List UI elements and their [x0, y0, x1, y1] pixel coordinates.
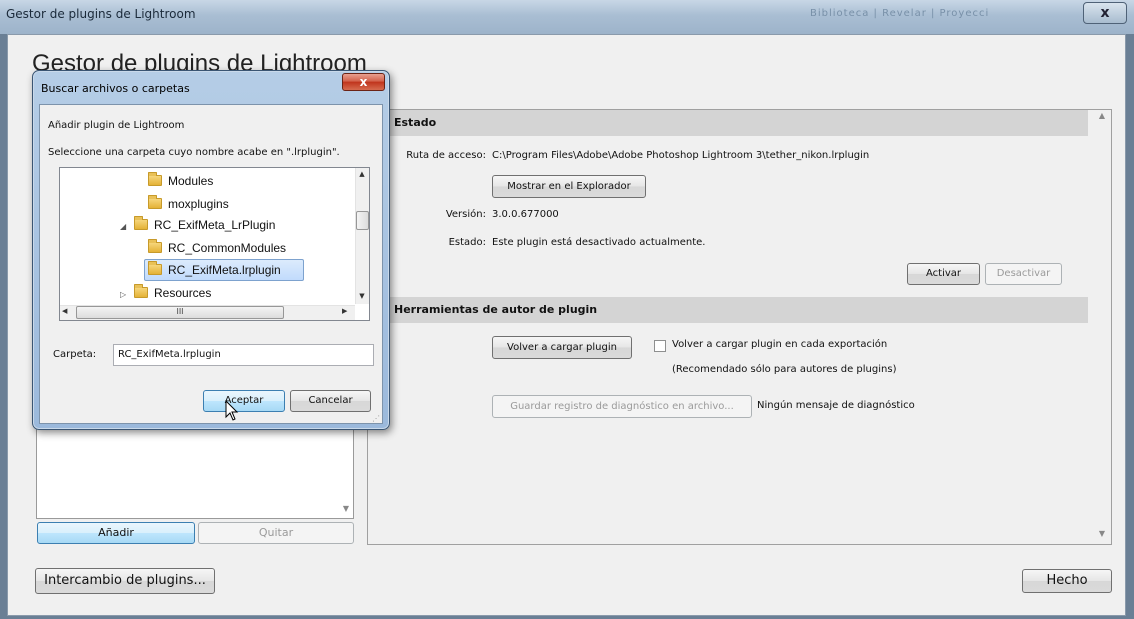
add-plugin-button[interactable]: Añadir: [37, 522, 195, 544]
tree-scroll-right-icon[interactable]: ▶: [342, 307, 347, 315]
dialog-heading: Añadir plugin de Lightroom: [48, 120, 185, 131]
tree-expander-icon[interactable]: ◢: [120, 216, 130, 238]
tree-item-label: Modules: [168, 174, 214, 188]
state-value: Este plugin está desactivado actualmente…: [492, 237, 706, 248]
accept-button[interactable]: Aceptar: [203, 390, 285, 412]
folder-icon: [134, 216, 148, 230]
tree-item-label: RC_CommonModules: [168, 241, 287, 255]
folder-icon: [148, 239, 162, 253]
folder-icon: [148, 261, 162, 275]
path-value: C:\Program Files\Adobe\Adobe Photoshop L…: [492, 150, 870, 161]
tree-vertical-scrollbar[interactable]: [355, 168, 369, 304]
plugin-detail-panel: [367, 109, 1112, 545]
recommended-note: (Recomendado sólo para autores de plugin…: [672, 364, 897, 375]
dialog-close-button[interactable]: x: [342, 73, 385, 91]
tree-expander-icon[interactable]: ▷: [120, 284, 130, 306]
tree-item[interactable]: RC_CommonModules: [134, 237, 286, 259]
folder-name-input[interactable]: RC_ExifMeta.lrplugin: [113, 344, 374, 366]
dialog-instructions: Seleccione una carpeta cuyo nombre acabe…: [48, 147, 340, 158]
plugin-exchange-button[interactable]: Intercambio de plugins...: [35, 568, 215, 594]
tree-item-selected[interactable]: RC_ExifMeta.lrplugin: [134, 259, 281, 281]
tree-vertical-scroll-thumb[interactable]: [356, 211, 369, 230]
dialog-title: Buscar archivos o carpetas: [41, 82, 190, 95]
reload-each-export-checkbox[interactable]: [654, 340, 666, 352]
tree-item[interactable]: ▷ Resources: [120, 282, 211, 304]
done-button[interactable]: Hecho: [1022, 569, 1112, 593]
main-window-title: Gestor de plugins de Lightroom: [6, 7, 196, 21]
tree-item[interactable]: Modules: [134, 170, 213, 192]
version-label: Versión:: [445, 209, 486, 220]
tree-item-label: RC_ExifMeta.lrplugin: [168, 263, 281, 277]
list-scroll-down-icon[interactable]: ▼: [339, 502, 353, 516]
no-diagnostic-messages-label: Ningún mensaje de diagnóstico: [757, 400, 915, 411]
tree-item[interactable]: moxplugins: [134, 193, 229, 215]
detail-scroll-up-icon[interactable]: ▲: [1094, 111, 1110, 125]
reload-each-export-label[interactable]: Volver a cargar plugin en cada exportaci…: [672, 339, 887, 350]
path-label: Ruta de acceso:: [406, 150, 486, 161]
cancel-button[interactable]: Cancelar: [290, 390, 371, 412]
version-value: 3.0.0.677000: [492, 209, 559, 220]
tree-scroll-left-icon[interactable]: ◀: [62, 307, 67, 315]
detail-scroll-down-icon[interactable]: ▼: [1094, 529, 1110, 543]
tree-item[interactable]: ◢ RC_ExifMeta_LrPlugin: [120, 214, 275, 236]
titlebar-faded-modules: Biblioteca | Revelar | Proyecci: [810, 8, 990, 19]
folder-icon: [134, 284, 148, 298]
mouse-cursor-icon: [225, 400, 239, 421]
show-in-explorer-button[interactable]: Mostrar en el Explorador: [492, 175, 646, 198]
tree-item-label: moxplugins: [168, 197, 229, 211]
folder-icon: [148, 195, 162, 209]
deactivate-button[interactable]: Desactivar: [985, 263, 1062, 285]
tree-horizontal-scroll-thumb[interactable]: III: [76, 306, 284, 319]
folder-icon: [148, 172, 162, 186]
reload-plugin-button[interactable]: Volver a cargar plugin: [492, 336, 632, 359]
status-section-header[interactable]: Estado: [368, 110, 1088, 136]
remove-plugin-button[interactable]: Quitar: [198, 522, 354, 544]
folder-field-label: Carpeta:: [53, 349, 97, 360]
tree-scroll-down-icon[interactable]: ▼: [355, 292, 369, 300]
state-label: Estado:: [448, 237, 486, 248]
resize-grip-icon[interactable]: ⋰: [372, 414, 380, 423]
activate-button[interactable]: Activar: [907, 263, 980, 285]
tree-scroll-up-icon[interactable]: ▲: [355, 170, 369, 178]
tools-section-header[interactable]: Herramientas de autor de plugin: [368, 297, 1088, 323]
main-close-button[interactable]: x: [1083, 2, 1127, 24]
tree-item-label: Resources: [154, 286, 212, 300]
save-diagnostic-log-button[interactable]: Guardar registro de diagnóstico en archi…: [492, 395, 752, 418]
tree-item-label: RC_ExifMeta_LrPlugin: [154, 218, 276, 232]
